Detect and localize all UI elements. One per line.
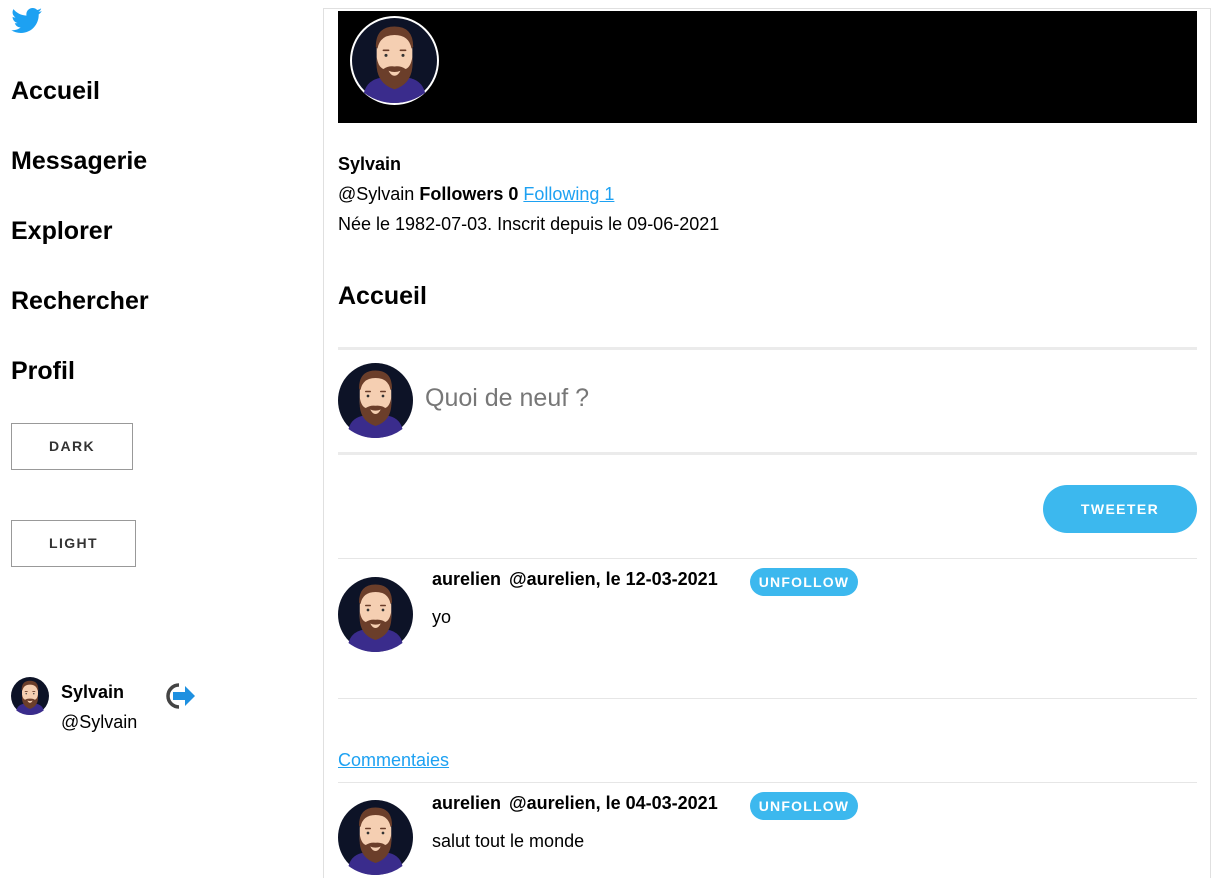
section-title: Accueil	[338, 282, 427, 310]
dark-theme-button[interactable]: DARK	[11, 423, 133, 470]
nav-item-explorer[interactable]: Explorer	[11, 215, 149, 285]
tweet-meta: @aurelien, le 12-03-2021	[509, 569, 718, 589]
tweet-text: salut tout le monde	[432, 831, 585, 851]
profile-banner	[338, 11, 1197, 123]
nav-item-messagerie[interactable]: Messagerie	[11, 145, 149, 215]
profile-stats: @Sylvain Followers 0 Following 1	[338, 184, 614, 205]
tweet-button[interactable]: TWEETER	[1043, 485, 1197, 533]
comments-link[interactable]: Commentaies	[338, 750, 449, 771]
tweet-author[interactable]: aurelien	[432, 569, 501, 589]
following-link[interactable]: Following 1	[523, 184, 614, 204]
avatar	[11, 677, 49, 715]
twitter-bird-icon[interactable]	[11, 8, 43, 34]
current-user-card: Sylvain @Sylvain	[11, 677, 211, 737]
main-column: Sylvain @Sylvain Followers 0 Following 1…	[323, 8, 1211, 878]
profile-avatar	[350, 16, 439, 105]
unfollow-button[interactable]: UNFOLLOW	[750, 792, 858, 820]
main-nav: Accueil Messagerie Explorer Rechercher P…	[11, 75, 149, 425]
avatar[interactable]	[338, 800, 413, 875]
profile-handle: @Sylvain	[338, 184, 415, 204]
tweet-meta: @aurelien, le 04-03-2021	[509, 793, 718, 813]
profile-bio: Née le 1982-07-03. Inscrit depuis le 09-…	[338, 214, 720, 234]
tweet-header: aurelien @aurelien, le 12-03-2021	[432, 569, 718, 590]
avatar	[338, 363, 413, 438]
compose-box	[338, 347, 1197, 455]
light-theme-button[interactable]: LIGHT	[11, 520, 136, 567]
nav-item-rechercher[interactable]: Rechercher	[11, 285, 149, 355]
sidebar: Accueil Messagerie Explorer Rechercher P…	[0, 0, 320, 878]
tweet-author[interactable]: aurelien	[432, 793, 501, 813]
current-user-name: Sylvain	[61, 682, 125, 702]
nav-item-accueil[interactable]: Accueil	[11, 75, 149, 145]
tweet-item: aurelien @aurelien, le 04-03-2021 UNFOLLO…	[338, 782, 1197, 878]
current-user-handle: @Sylvain	[61, 712, 138, 732]
tweet-text: yo	[432, 607, 452, 627]
followers-count: Followers 0	[419, 184, 519, 204]
tweet-header: aurelien @aurelien, le 04-03-2021	[432, 793, 718, 814]
avatar[interactable]	[338, 577, 413, 652]
nav-item-profil[interactable]: Profil	[11, 355, 149, 425]
compose-input[interactable]	[425, 378, 1185, 418]
tweet-item: aurelien @aurelien, le 12-03-2021 UNFOLLO…	[338, 558, 1197, 699]
logout-icon[interactable]	[159, 680, 197, 712]
unfollow-button[interactable]: UNFOLLOW	[750, 568, 858, 596]
profile-name: Sylvain	[338, 154, 402, 174]
